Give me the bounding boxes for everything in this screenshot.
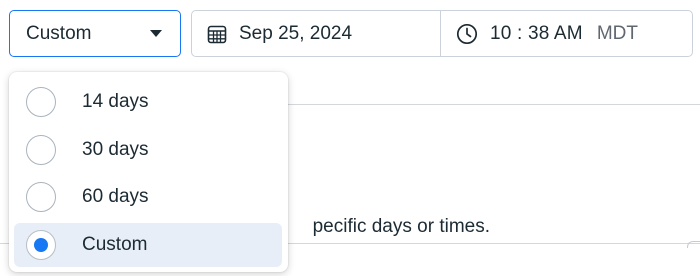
option-label: 60 days xyxy=(82,186,149,207)
option-label: 30 days xyxy=(82,139,149,160)
time-value: 10 : 38 AM xyxy=(490,22,583,44)
timezone-label: MDT xyxy=(596,22,638,44)
date-value: Sep 25, 2024 xyxy=(239,22,353,44)
time-picker[interactable]: 10 : 38 AM MDT xyxy=(440,10,693,57)
range-select-value: Custom xyxy=(26,22,92,44)
date-picker[interactable]: Sep 25, 2024 xyxy=(191,10,441,57)
caret-down-icon xyxy=(150,30,162,37)
option-30-days[interactable]: 30 days xyxy=(14,128,282,172)
radio-button-selected[interactable] xyxy=(26,230,56,260)
panel-edge xyxy=(687,241,700,248)
section-divider xyxy=(288,104,700,105)
calendar-icon xyxy=(207,24,227,44)
radio-selected-dot xyxy=(34,238,48,252)
option-custom[interactable]: Custom xyxy=(14,223,282,267)
clock-icon xyxy=(456,23,478,45)
radio-button[interactable] xyxy=(26,87,56,117)
radio-button[interactable] xyxy=(26,182,56,212)
option-label: 14 days xyxy=(82,91,149,112)
radio-button[interactable] xyxy=(26,135,56,165)
range-dropdown-menu: 14 days 30 days 60 days Custom xyxy=(9,72,288,272)
option-14-days[interactable]: 14 days xyxy=(14,80,282,124)
range-select[interactable]: Custom xyxy=(9,10,181,57)
option-label: Custom xyxy=(82,234,148,255)
option-60-days[interactable]: 60 days xyxy=(14,175,282,219)
